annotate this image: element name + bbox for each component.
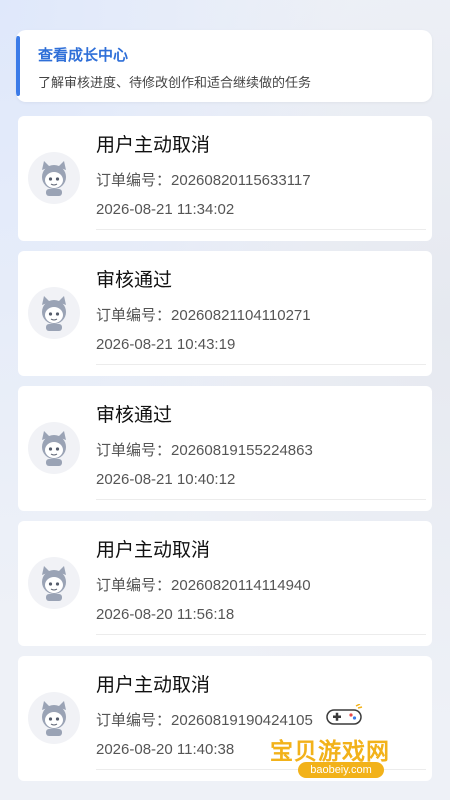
order-time: 2026-08-21 11:34:02 [96, 201, 235, 218]
divider [96, 634, 426, 635]
order-number-line: 订单编号：20260820115633117 [96, 169, 311, 190]
order-time: 2026-08-21 10:43:19 [96, 336, 236, 353]
order-card[interactable]: 审核通过 订单编号：20260819155224863 2026-08-21 1… [18, 386, 432, 511]
order-time: 2026-08-21 10:40:12 [96, 471, 236, 488]
divider [96, 499, 426, 500]
order-card[interactable]: 用户主动取消 订单编号：20260820115633117 2026-08-21… [18, 116, 432, 241]
order-number-label: 订单编号： [96, 307, 172, 324]
order-number-label: 订单编号： [96, 712, 172, 729]
order-status: 用户主动取消 [96, 540, 211, 561]
divider [96, 364, 426, 365]
banner-accent-bar [16, 36, 20, 96]
order-number-line: 订单编号：20260820114114940 [96, 574, 311, 595]
order-number-label: 订单编号： [96, 577, 172, 594]
order-number-label: 订单编号： [96, 442, 172, 459]
avatar-icon [28, 557, 80, 609]
order-status: 审核通过 [96, 405, 173, 426]
site-watermark: 宝贝游戏网 baobeiy.com [270, 700, 420, 782]
order-time: 2026-08-20 11:40:38 [96, 741, 235, 758]
order-card[interactable]: 用户主动取消 订单编号：20260820114114940 2026-08-20… [18, 521, 432, 646]
avatar-icon [28, 422, 80, 474]
watermark-url: baobeiy.com [298, 762, 384, 778]
order-time: 2026-08-20 11:56:18 [96, 606, 235, 623]
avatar-icon [28, 692, 80, 744]
order-status: 审核通过 [96, 270, 173, 291]
order-number: 20260819155224863 [171, 442, 313, 459]
order-list: 用户主动取消 订单编号：20260820115633117 2026-08-21… [18, 116, 432, 791]
order-number-line: 订单编号：20260819155224863 [96, 439, 313, 460]
banner-title: 查看成长中心 [38, 47, 129, 64]
order-number-label: 订单编号： [96, 172, 172, 189]
order-card[interactable]: 审核通过 订单编号：20260821104110271 2026-08-21 1… [18, 251, 432, 376]
avatar-icon [28, 152, 80, 204]
order-status: 用户主动取消 [96, 675, 211, 696]
order-status: 用户主动取消 [96, 135, 211, 156]
banner-description: 了解审核进度、待修改创作和适合继续做的任务 [38, 75, 312, 90]
order-number: 20260820115633117 [171, 172, 311, 189]
order-number: 20260820114114940 [171, 577, 311, 594]
avatar-icon [28, 287, 80, 339]
gamepad-icon [326, 704, 363, 725]
order-number-line: 订单编号：20260821104110271 [96, 304, 311, 325]
growth-center-banner[interactable]: 查看成长中心 了解审核进度、待修改创作和适合继续做的任务 [16, 30, 432, 102]
divider [96, 229, 426, 230]
order-number: 20260821104110271 [171, 307, 311, 324]
watermark-text: 宝贝游戏网 [270, 738, 390, 764]
